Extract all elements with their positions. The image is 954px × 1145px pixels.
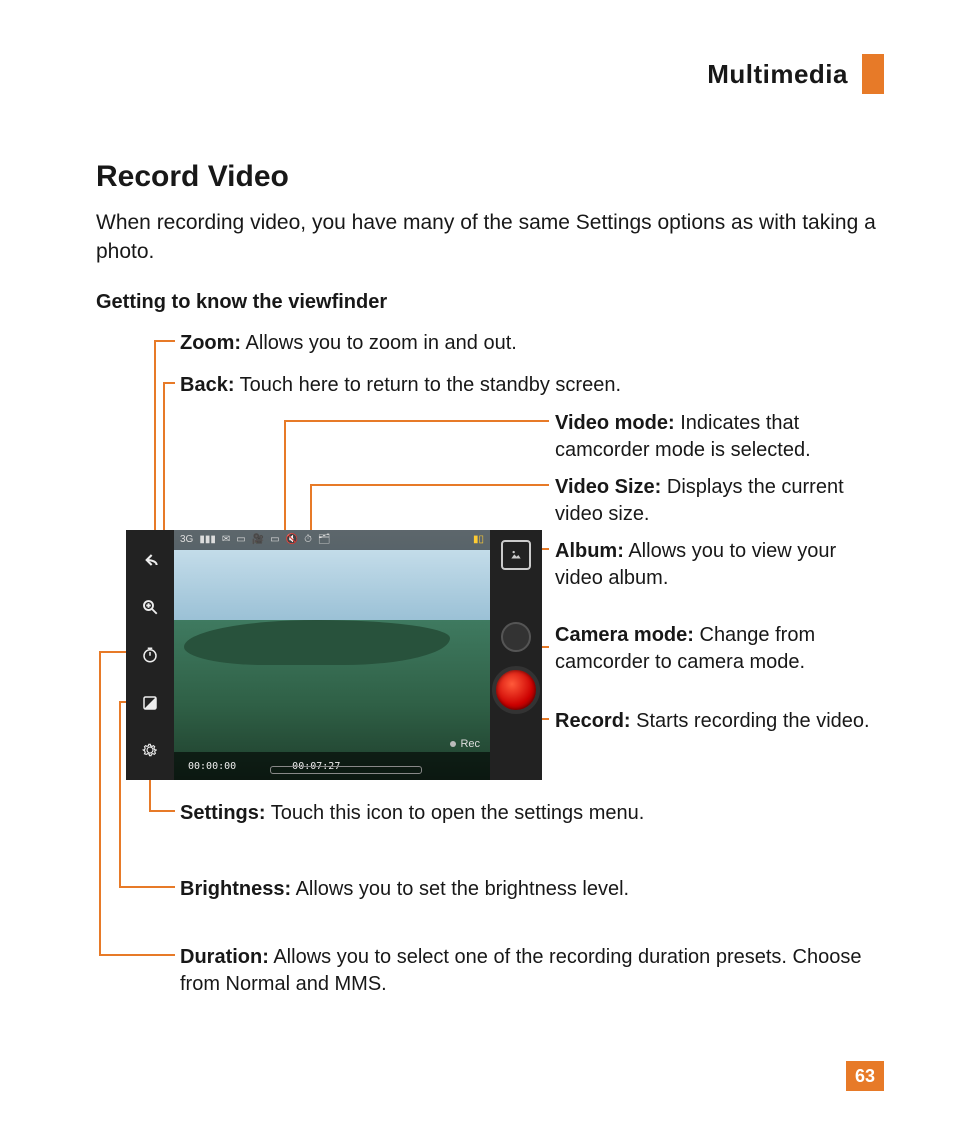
rec-indicator: Rec: [450, 738, 480, 750]
back-icon[interactable]: [139, 549, 161, 571]
callout-camera-mode: Camera mode: Change from camcorder to ca…: [555, 622, 882, 676]
callout-video-mode: Video mode: Indicates that camcorder mod…: [555, 410, 882, 464]
timer-icon: ⏱: [304, 535, 312, 545]
battery-icon: ▭: [236, 535, 245, 545]
header-section-label: Multimedia: [707, 59, 862, 90]
settings-icon[interactable]: [139, 739, 161, 761]
duration-icon[interactable]: [139, 644, 161, 666]
signal-icon: ▮▮▮: [199, 535, 216, 545]
callout-settings: Settings: Touch this icon to open the se…: [180, 800, 854, 827]
viewfinder: 3G ▮▮▮ ✉ ▭ 🎥 ▭ 🔇 ⏱ 🗂 ▮▯ Rec 00:00:00 00:…: [126, 530, 542, 780]
viewfinder-preview: [174, 530, 490, 780]
page-title: Record Video: [96, 160, 882, 194]
header-accent-bar: [862, 54, 884, 94]
status-icons: 3G ▮▮▮ ✉ ▭ 🎥 ▭ 🔇 ⏱ 🗂 ▮▯: [180, 532, 484, 548]
camcorder-icon: 🎥: [252, 535, 264, 545]
callout-record: Record: Starts recording the video.: [555, 708, 882, 735]
rec-dot-icon: [450, 741, 456, 747]
viewfinder-time-bar: 00:00:00 00:07:27: [174, 752, 490, 780]
page-number: 63: [846, 1061, 884, 1091]
storage-icon: 🗂: [318, 535, 331, 545]
subheading: Getting to know the viewfinder: [96, 291, 882, 314]
album-icon[interactable]: [501, 540, 531, 570]
viewfinder-right-bar: [490, 530, 542, 780]
callout-brightness: Brightness: Allows you to set the bright…: [180, 876, 854, 903]
record-button[interactable]: [492, 666, 540, 714]
callout-video-size: Video Size: Displays the current video s…: [555, 474, 882, 528]
callout-zoom: Zoom: Allows you to zoom in and out.: [180, 330, 854, 357]
progress-slider[interactable]: [270, 766, 422, 774]
mute-icon: 🔇: [286, 535, 298, 545]
rec-label: Rec: [460, 738, 480, 750]
header-section-tab: Multimedia: [707, 54, 884, 94]
brightness-icon[interactable]: [139, 692, 161, 714]
battery2-icon: ▮▯: [473, 535, 484, 545]
viewfinder-left-bar: [126, 530, 174, 780]
camera-mode-toggle[interactable]: [501, 622, 531, 652]
time-elapsed: 00:00:00: [188, 761, 236, 772]
network-3g-icon: 3G: [180, 535, 193, 545]
callout-album: Album: Allows you to view your video alb…: [555, 538, 882, 592]
size-icon: ▭: [270, 535, 279, 545]
callout-duration: Duration: Allows you to select one of th…: [180, 944, 882, 998]
zoom-icon[interactable]: [139, 596, 161, 618]
mail-icon: ✉: [222, 535, 230, 545]
callout-back: Back: Touch here to return to the standb…: [180, 372, 854, 399]
intro-text: When recording video, you have many of t…: [96, 208, 882, 267]
